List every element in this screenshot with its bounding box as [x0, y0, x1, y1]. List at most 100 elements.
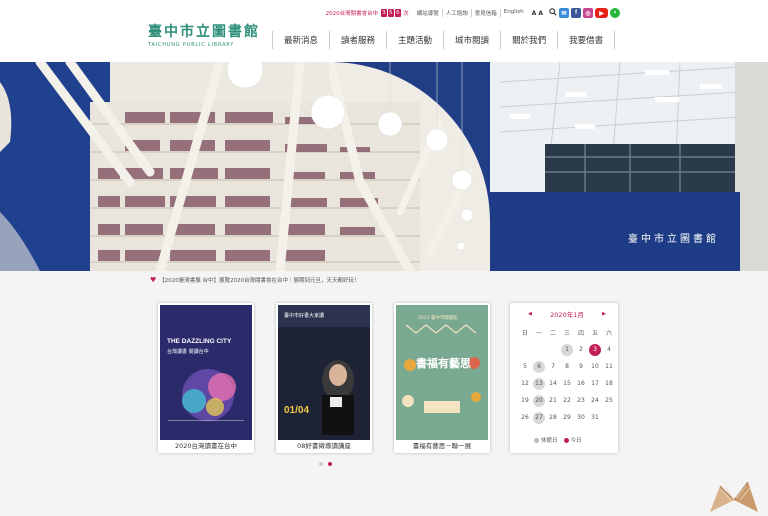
calendar-day[interactable]: 21 [547, 395, 559, 407]
utility-bar: 2020台灣閱書會台中 3 5 6 次 網站導覽 人工諮詢 意見信箱 Engli… [326, 7, 620, 19]
calendar-day[interactable]: 14 [547, 378, 559, 390]
calendar-day[interactable]: 26 [519, 412, 531, 424]
calendar-empty-cell [519, 344, 531, 356]
calendar-day[interactable]: 16 [575, 378, 587, 390]
event-card-caption: 08好書徵導讀講座 [297, 442, 351, 450]
poster-title-text: THE DAZZLING CITY [167, 338, 232, 345]
calendar-day[interactable]: 13 [533, 378, 545, 390]
site-logo[interactable]: 臺中市立圖書館 TAICHUNG PUBLIC LIBRARY [148, 24, 260, 48]
site-header: 臺中市立圖書館 TAICHUNG PUBLIC LIBRARY 2020台灣閱書… [0, 0, 768, 62]
calendar-day[interactable]: 6 [533, 361, 545, 373]
poster-title-text: 書福有藝思 [416, 356, 471, 370]
calendar-day[interactable]: 2 [575, 344, 587, 356]
visitor-digit: 5 [387, 9, 395, 17]
calendar-day[interactable]: 19 [519, 395, 531, 407]
event-card-caption: 書福有藝思－聯一展 [412, 442, 472, 450]
line-icon[interactable]: • [610, 8, 620, 18]
instagram-icon[interactable]: ◎ [583, 8, 593, 18]
main-navigation: 最新消息 讀者服務 主題活動 城市閱讀 關於我們 我要借書 [272, 31, 616, 49]
calendar-day[interactable]: 12 [519, 378, 531, 390]
search-icon[interactable] [549, 8, 557, 18]
calendar-empty-cell [603, 412, 615, 424]
hero-banner-image[interactable]: 臺中市立圖書館 [0, 62, 768, 271]
calendar-day[interactable]: 24 [589, 395, 601, 407]
calendar-day[interactable]: 15 [561, 378, 573, 390]
calendar-day[interactable]: 25 [603, 395, 615, 407]
calendar-day[interactable]: 17 [589, 378, 601, 390]
nav-item-city-reading[interactable]: 城市閱讀 [443, 31, 500, 49]
calendar-day[interactable]: 11 [603, 361, 615, 373]
calendar-grid: 日一二三四五六 1 2 3 4 5 6 7 8 9 10 11 12 13 14 15 16 17 18 19 20 21… [518, 329, 618, 424]
calendar-day[interactable]: 23 [575, 395, 587, 407]
calendar-prev-button[interactable]: ◀ [528, 311, 532, 317]
logo-english-text: TAICHUNG PUBLIC LIBRARY [148, 42, 235, 48]
poster-date-text: 01/04 [284, 405, 309, 416]
calendar-day[interactable]: 31 [589, 412, 601, 424]
calendar-day[interactable]: 4 [603, 344, 615, 356]
visitor-counter: 2020台灣閱書會台中 3 5 6 次 [326, 9, 409, 17]
email-icon[interactable]: ✉ [559, 8, 569, 18]
youtube-icon[interactable]: ▶ [595, 8, 608, 18]
nav-item-news[interactable]: 最新消息 [272, 31, 329, 49]
calendar-weekday-label: 四 [577, 330, 584, 337]
event-card[interactable]: 2020 臺中市圖書館 書福有藝思 書福有藝思－聯一展 [394, 303, 490, 453]
calendar-empty-cell [547, 344, 559, 356]
nav-item-borrow[interactable]: 我要借書 [557, 31, 616, 49]
nav-item-events[interactable]: 主題活動 [386, 31, 443, 49]
legend-closed-label: 休館日 [541, 438, 558, 444]
closed-day-swatch [534, 437, 539, 443]
calendar-day[interactable]: 7 [547, 361, 559, 373]
event-poster-image: THE DAZZLING CITY 台灣讀書 閱讀台中 [160, 305, 252, 440]
calendar-legend: 休館日 今日 [534, 436, 582, 444]
english-link[interactable]: English [499, 9, 527, 17]
calendar-day[interactable]: 20 [533, 395, 545, 407]
feedback-link[interactable]: 意見信箱 [470, 9, 500, 17]
event-card[interactable]: 臺中市好書大家讀 01/04 08好書徵導讀講座 [276, 303, 372, 453]
today-swatch [563, 437, 569, 443]
visitor-counter-prefix: 2020台灣閱書會台中 [325, 11, 379, 17]
calendar-day[interactable]: 30 [575, 412, 587, 424]
nav-item-reader-services[interactable]: 讀者服務 [329, 31, 386, 49]
announcement-marquee[interactable]: ♥ 【2020臺灣書展 台中】展覽2020台灣閱書會在台中｜展期到元旦，天天都好… [150, 276, 360, 284]
carousel-dot-active[interactable] [327, 462, 332, 466]
nav-item-about[interactable]: 關於我們 [500, 31, 557, 49]
carousel-dot[interactable] [318, 462, 323, 466]
calendar-day[interactable]: 22 [561, 395, 573, 407]
calendar-day[interactable]: 29 [561, 412, 573, 424]
calendar-day[interactable]: 10 [589, 361, 601, 373]
event-poster-image: 臺中市好書大家讀 01/04 [278, 305, 370, 440]
calendar-weekday-label: 二 [549, 330, 556, 337]
calendar-weekday-label: 日 [521, 330, 528, 337]
sitemap-link[interactable]: 網站導覽 [414, 9, 442, 17]
calendar-weekday-label: 三 [563, 330, 570, 337]
event-card[interactable]: THE DAZZLING CITY 台灣讀書 閱讀台中 2020台灣讀書在台中 [158, 303, 254, 453]
calendar-month-label: 2020年1月 [550, 311, 584, 319]
calendar-day[interactable]: 8 [561, 361, 573, 373]
calendar-day[interactable]: 28 [547, 412, 559, 424]
calendar-day[interactable]: 1 [561, 344, 573, 356]
calendar-day[interactable]: 5 [519, 361, 531, 373]
poster-title-text: 臺中市好書大家讀 [284, 312, 324, 319]
calendar-empty-cell [533, 344, 545, 356]
event-poster-image: 2020 臺中市圖書館 書福有藝思 [396, 305, 488, 440]
visitor-digit: 6 [394, 9, 402, 17]
calendar-day[interactable]: 3 [589, 344, 601, 356]
font-size-toggle[interactable]: A A [532, 10, 543, 17]
heart-icon: ♥ [150, 276, 157, 284]
visitor-digit: 3 [380, 9, 388, 17]
calendar-day[interactable]: 9 [575, 361, 587, 373]
event-card-caption: 2020台灣讀書在台中 [174, 442, 238, 450]
calendar-day[interactable]: 27 [533, 412, 545, 424]
calendar-weekday-label: 五 [591, 330, 598, 337]
consult-link[interactable]: 人工諮詢 [441, 9, 471, 17]
visitor-counter-suffix: 次 [403, 11, 409, 17]
legend-today-label: 今日 [570, 438, 582, 444]
logo-chinese-text: 臺中市立圖書館 [148, 24, 260, 40]
facebook-icon[interactable]: f [571, 8, 581, 18]
decorative-book-image [700, 480, 768, 516]
calendar-weekday-label: 六 [605, 330, 612, 337]
calendar-day[interactable]: 18 [603, 378, 615, 390]
calendar-next-button[interactable]: ▶ [602, 311, 606, 317]
calendar-weekday-label: 一 [535, 330, 542, 337]
poster-subtitle-text: 台灣讀書 閱讀台中 [167, 348, 209, 355]
